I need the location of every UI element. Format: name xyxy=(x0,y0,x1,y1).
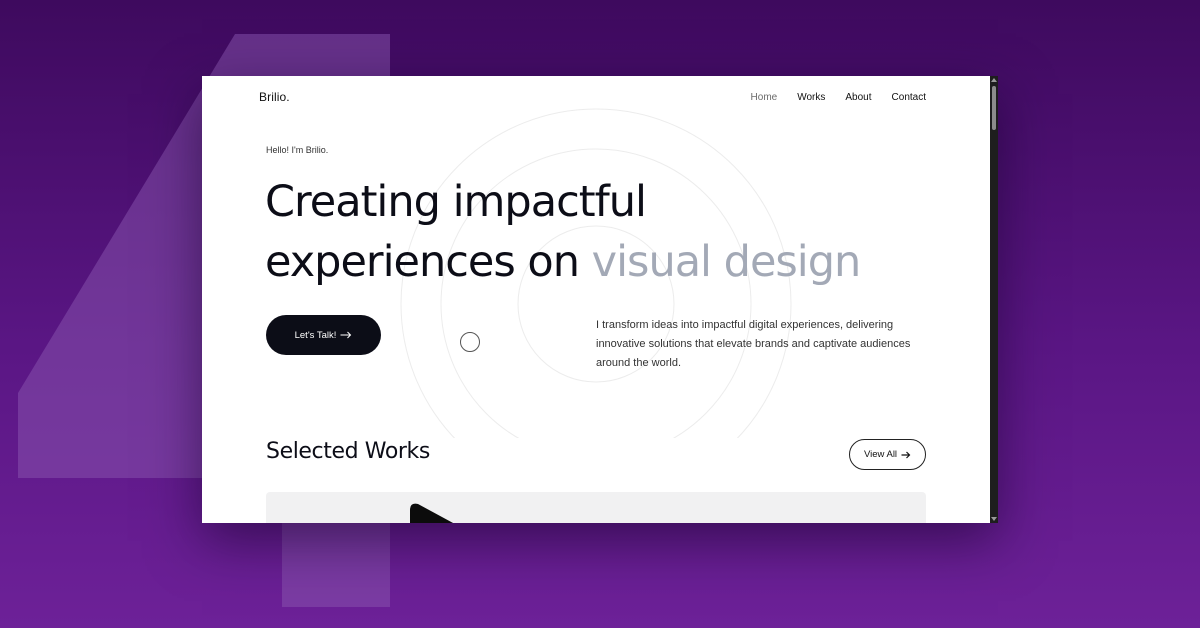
nav-works[interactable]: Works xyxy=(797,92,825,103)
custom-cursor-ring xyxy=(460,332,480,352)
headline-line-2-dark: experiences on xyxy=(265,237,592,287)
scroll-up-arrow-icon[interactable] xyxy=(991,78,997,82)
work-thumbnail-image xyxy=(410,503,454,523)
nav-home[interactable]: Home xyxy=(751,92,778,103)
arrow-right-icon xyxy=(901,451,911,458)
view-all-button[interactable]: View All xyxy=(849,439,926,470)
hero-headline: Creating impactful experiences on visual… xyxy=(265,172,862,292)
lets-talk-button[interactable]: Let's Talk! xyxy=(266,315,381,355)
browser-window: Brilio. Home Works About Contact Hello! … xyxy=(202,76,998,523)
hero-greeting: Hello! I'm Brilio. xyxy=(266,145,329,155)
headline-line-2-muted: visual design xyxy=(591,237,862,287)
lets-talk-label: Let's Talk! xyxy=(294,329,337,341)
site-logo[interactable]: Brilio. xyxy=(259,90,290,104)
headline-line-1: Creating impactful xyxy=(265,177,647,227)
vertical-scrollbar[interactable] xyxy=(990,76,998,523)
scroll-thumb[interactable] xyxy=(992,86,996,130)
scroll-down-arrow-icon[interactable] xyxy=(991,517,997,521)
nav-about[interactable]: About xyxy=(845,92,871,103)
selected-works-title: Selected Works xyxy=(266,439,430,464)
arrow-right-icon xyxy=(340,331,352,339)
nav-contact[interactable]: Contact xyxy=(892,92,926,103)
view-all-label: View All xyxy=(863,449,898,460)
hero-description: I transform ideas into impactful digital… xyxy=(596,319,911,369)
main-nav: Home Works About Contact xyxy=(751,92,926,103)
work-card[interactable] xyxy=(266,492,926,523)
